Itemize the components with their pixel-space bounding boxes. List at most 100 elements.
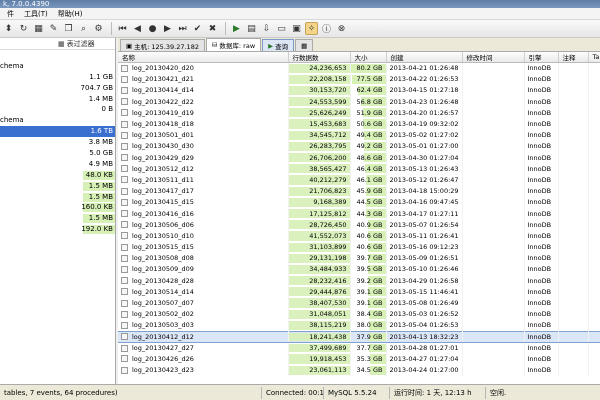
table-row[interactable]: log_20130509_d09 34,484,933 39.5 GB 2013-05… bbox=[118, 263, 600, 276]
settings-icon[interactable]: ⚙ bbox=[92, 22, 105, 35]
tree-item[interactable]: 1.5 MB bbox=[0, 192, 115, 203]
table-icon[interactable]: ▦ bbox=[32, 22, 45, 35]
tree-item[interactable]: 192.0 KB bbox=[0, 224, 115, 235]
table-size: 38.4 GB bbox=[356, 310, 383, 319]
table-row[interactable]: log_20130507_d07 38,407,530 39.1 GB 2013-05… bbox=[118, 297, 600, 309]
table-row[interactable]: log_20130417_d17 21,706,823 45.9 GB 2013-04… bbox=[118, 185, 600, 197]
info-icon[interactable]: ⓘ bbox=[320, 22, 333, 35]
cancel-icon[interactable]: ✖ bbox=[206, 22, 219, 35]
table-row[interactable]: log_20130422_d22 24,553,599 56.8 GB 2013-04… bbox=[118, 96, 600, 108]
copy-icon[interactable]: ❐ bbox=[62, 22, 75, 35]
tree-item[interactable]: 1.1 GB bbox=[0, 72, 115, 83]
table-row[interactable]: log_20130515_d15 31,103,899 40.6 GB 2013-05… bbox=[118, 241, 600, 253]
table-row[interactable]: log_20130415_d15 9,168,389 44.5 GB 2013-04-… bbox=[118, 196, 600, 208]
table-name: log_20130426_d26 bbox=[132, 354, 194, 363]
column-header[interactable]: 注释 bbox=[558, 52, 589, 63]
table-row[interactable]: log_20130501_d01 34,545,712 49.4 GB 2013-05… bbox=[118, 129, 600, 141]
main-panel: ▣ 主机: 125.39.27.182 ⛁ 数据库: raw ▶ 查询 ▦ 名称… bbox=[118, 38, 600, 384]
tree-item[interactable]: 0 B bbox=[0, 104, 115, 115]
table-row[interactable]: log_20130419_d19 25,626,249 51.9 GB 2013-04… bbox=[118, 107, 600, 119]
table-row[interactable]: log_20130510_d10 41,552,073 40.6 GB 2013-05… bbox=[118, 230, 600, 242]
query-icon[interactable]: ▤ bbox=[245, 22, 258, 35]
table-row[interactable]: log_20130511_d11 40,212,279 46.1 GB 2013-05… bbox=[118, 174, 600, 186]
table-row[interactable]: log_20130426_d26 19,918,453 35.3 GB 2013-04… bbox=[118, 353, 600, 365]
edit-icon[interactable]: ✎ bbox=[47, 22, 60, 35]
row-count: 23,061,113 bbox=[309, 366, 347, 375]
table-name: log_20130511_d11 bbox=[132, 175, 194, 184]
table-row[interactable]: log_20130514_d14 29,444,876 39.1 GB 2013-05… bbox=[118, 286, 600, 298]
table-row[interactable]: log_20130512_d12 38,565,427 46.4 GB 2013-05… bbox=[118, 163, 600, 175]
table-row[interactable]: log_20130506_d06 28,726,450 40.9 GB 2013-05… bbox=[118, 219, 600, 231]
cell-engine: InnoDB bbox=[524, 107, 559, 119]
first-icon[interactable]: ⏮ bbox=[116, 22, 129, 35]
tab-new[interactable]: ▦ bbox=[295, 39, 314, 51]
tree-item[interactable]: chema bbox=[0, 115, 115, 126]
tab-host[interactable]: ▣ 主机: 125.39.27.182 bbox=[120, 39, 205, 51]
tile-icon[interactable]: ▣ bbox=[290, 22, 303, 35]
last-icon[interactable]: ⏭ bbox=[176, 22, 189, 35]
cell-extra bbox=[588, 342, 600, 354]
window-icon[interactable]: ▭ bbox=[275, 22, 288, 35]
tree-item[interactable]: 1.5 MB bbox=[0, 213, 115, 224]
tab-database[interactable]: ⛁ 数据库: raw bbox=[205, 38, 262, 51]
tree-item[interactable]: 160.0 KB bbox=[0, 202, 115, 213]
close-icon[interactable]: ⊗ bbox=[335, 22, 348, 35]
tree-item[interactable]: chema bbox=[0, 61, 115, 72]
tree-item[interactable] bbox=[0, 50, 115, 61]
stop-icon[interactable]: ● bbox=[146, 22, 159, 35]
next-icon[interactable]: ▶ bbox=[161, 22, 174, 35]
table-row[interactable]: log_20130412_d12 18,241,438 37.9 GB 2013-04… bbox=[118, 330, 600, 343]
cell-comment bbox=[558, 84, 589, 97]
column-header[interactable]: 引擎 bbox=[524, 52, 559, 63]
menu-tools[interactable]: 工具(T) bbox=[19, 9, 53, 19]
table-icon bbox=[121, 310, 128, 318]
menu-help[interactable]: 帮助(H) bbox=[53, 9, 88, 19]
table-row[interactable]: log_20130427_d27 37,499,689 37.7 GB 2013-04… bbox=[118, 342, 600, 354]
table-name-cell: log_20130417_d17 bbox=[118, 185, 289, 197]
toolbar-separator bbox=[225, 22, 226, 35]
cell-comment bbox=[558, 62, 589, 74]
table-row[interactable]: log_20130421_d21 22,208,158 77.5 GB 2013-04… bbox=[118, 73, 600, 85]
magic-wand-icon[interactable]: ✧ bbox=[305, 22, 318, 35]
table-icon bbox=[121, 210, 128, 218]
column-header[interactable]: Ta bbox=[588, 52, 600, 63]
apply-icon[interactable]: ✔ bbox=[191, 22, 204, 35]
column-header[interactable]: 名称 bbox=[118, 52, 289, 63]
table-icon bbox=[121, 366, 128, 374]
table-row[interactable]: log_20130414_d14 30,153,720 62.4 GB 2013-04… bbox=[118, 84, 600, 97]
search-icon[interactable]: ⌕ bbox=[77, 22, 90, 35]
tree-item[interactable]: 1.5 MB bbox=[0, 181, 115, 192]
table-row[interactable]: log_20130418_d18 15,453,683 50.6 GB 2013-04… bbox=[118, 118, 600, 130]
column-header[interactable]: 修改时间 bbox=[462, 52, 525, 63]
table-row[interactable]: log_20130420_d20 24,236,653 80.2 GB 2013-04… bbox=[118, 62, 600, 74]
tab-query[interactable]: ▶ 查询 bbox=[262, 39, 295, 51]
tree-item[interactable]: 3.8 MB bbox=[0, 137, 115, 148]
table-row[interactable]: log_20130429_d29 26,706,200 48.6 GB 2013-04… bbox=[118, 152, 600, 164]
tree-item[interactable]: 1.4 MB bbox=[0, 94, 115, 105]
table-row[interactable]: log_20130430_d30 26,283,795 49.2 GB 2013-05… bbox=[118, 140, 600, 152]
tree-item[interactable]: 704.7 GB bbox=[0, 83, 115, 94]
prev-icon[interactable]: ◀ bbox=[131, 22, 144, 35]
tree-item[interactable]: 4.9 MB bbox=[0, 159, 115, 170]
column-header[interactable]: 创建 bbox=[386, 52, 463, 63]
table-filter[interactable]: ▦ 表过滤器 bbox=[0, 38, 115, 50]
refresh-icon[interactable]: ↻ bbox=[17, 22, 30, 35]
tree-item[interactable]: 48.0 KB bbox=[0, 170, 115, 181]
column-header[interactable]: 行数据数 bbox=[288, 52, 351, 63]
export-icon[interactable]: ⇩ bbox=[260, 22, 273, 35]
column-header[interactable]: 大小 bbox=[350, 52, 387, 63]
table-row[interactable]: log_20130503_d03 38,115,219 38.0 GB 2013-05… bbox=[118, 319, 600, 331]
table-size: 35.3 GB bbox=[356, 354, 383, 363]
database-tree[interactable]: ▦ 表过滤器 chema 1.1 GB 704.7 GB 1.4 MB 0 B chema… bbox=[0, 38, 116, 384]
table-row[interactable]: log_20130423_d23 23,061,113 34.5 GB 2013-04… bbox=[118, 364, 600, 376]
run-icon[interactable]: ▶ bbox=[230, 22, 243, 35]
connect-icon[interactable]: ⬍ bbox=[2, 22, 15, 35]
cell-comment bbox=[558, 364, 589, 376]
table-row[interactable]: log_20130502_d02 31,048,051 38.4 GB 2013-05… bbox=[118, 308, 600, 320]
tree-item[interactable]: 1.6 TB bbox=[0, 126, 115, 138]
table-row[interactable]: log_20130428_d28 28,232,416 39.2 GB 2013-04… bbox=[118, 275, 600, 287]
table-row[interactable]: log_20130508_d08 29,131,198 39.7 GB 2013-05… bbox=[118, 252, 600, 264]
menu-file[interactable]: 件 bbox=[2, 9, 19, 19]
table-row[interactable]: log_20130416_d16 17,125,812 44.3 GB 2013-04… bbox=[118, 207, 600, 220]
tree-item[interactable]: 5.0 GB bbox=[0, 148, 115, 159]
